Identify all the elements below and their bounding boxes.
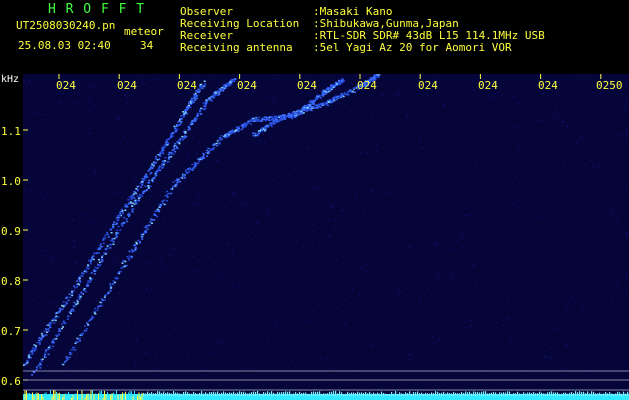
x-tick-2: 024 (117, 79, 137, 92)
y-tick-2: 1.0 (1, 175, 21, 188)
y-tick-6: 0.6 (1, 375, 21, 388)
x-tick-9: 024 (538, 79, 558, 92)
x-tick-6: 024 (357, 79, 377, 92)
meteor-count: 34 (140, 39, 154, 52)
app-title: H R O F F T (48, 2, 146, 17)
y-tick-1: 1.1 (1, 125, 21, 138)
y-axis-unit: kHz (1, 74, 20, 85)
spectrogram (23, 74, 629, 400)
x-tick-8: 024 (478, 79, 498, 92)
info-value-antenna: :5el Yagi Az 20 for Aomori VOR (313, 41, 512, 54)
header: H R O F F T UT2508030240.pn meteor 25.08… (0, 0, 629, 72)
filename: UT2508030240.pn (16, 19, 116, 32)
x-tick-7: 024 (418, 79, 438, 92)
y-tick-3: 0.9 (1, 225, 21, 238)
x-tick-10: 0250 (596, 79, 623, 92)
x-tick-1: 024 (56, 79, 76, 92)
spectrogram-canvas (23, 74, 629, 400)
x-tick-4: 024 (237, 79, 257, 92)
info-key-antenna: Receiving antenna (180, 41, 293, 54)
x-tick-3: 024 (177, 79, 197, 92)
y-tick-4: 0.8 (1, 275, 21, 288)
x-tick-5: 024 (297, 79, 317, 92)
meteor-label: meteor (124, 25, 164, 38)
y-tick-5: 0.7 (1, 325, 21, 338)
datetime: 25.08.03 02:40 (18, 39, 111, 52)
